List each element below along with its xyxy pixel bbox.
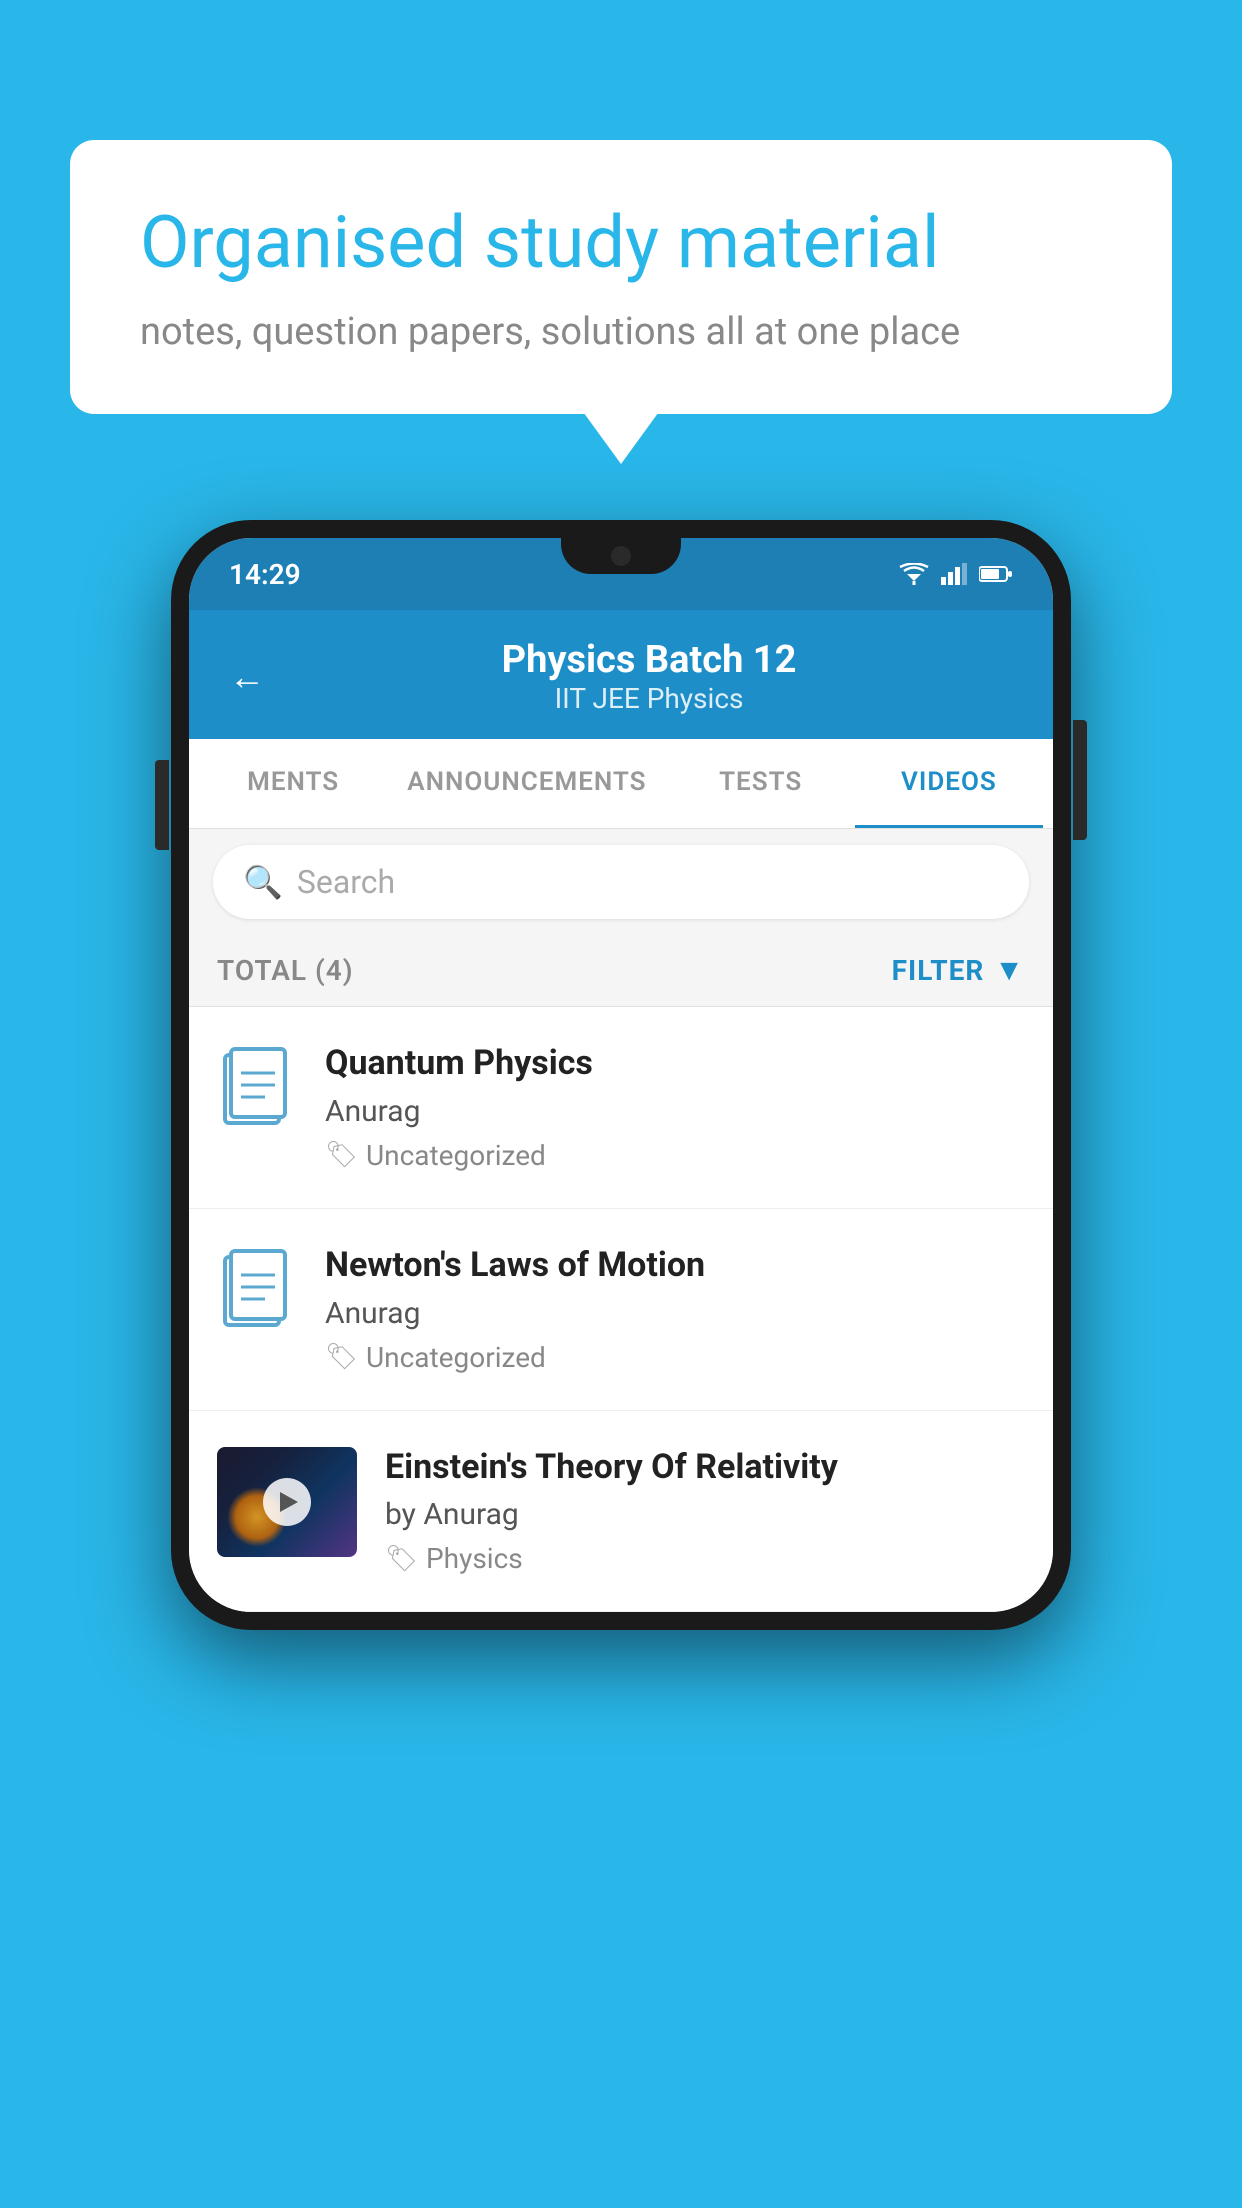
app-header: ← Physics Batch 12 IIT JEE Physics <box>189 610 1053 739</box>
video-author: Anurag <box>325 1094 1025 1129</box>
tag-label: Uncategorized <box>366 1139 546 1172</box>
wifi-icon <box>899 563 929 585</box>
video-list: Quantum Physics Anurag 🏷 Uncategorized <box>189 1007 1053 1612</box>
notch <box>561 538 681 574</box>
status-bar: 14:29 <box>189 538 1053 610</box>
video-title: Einstein's Theory Of Relativity <box>385 1447 1025 1488</box>
tag-icon: 🏷 <box>325 1140 358 1170</box>
list-item[interactable]: Einstein's Theory Of Relativity by Anura… <box>189 1411 1053 1613</box>
status-time: 14:29 <box>229 558 301 591</box>
search-input-wrap[interactable]: 🔍 Search <box>213 845 1029 919</box>
camera-notch <box>611 546 631 566</box>
tag-label: Uncategorized <box>366 1341 546 1374</box>
video-tag: 🏷 Physics <box>385 1542 1025 1575</box>
signal-icon <box>941 563 967 585</box>
file-icon <box>217 1245 297 1335</box>
filter-icon: ▼ <box>994 953 1025 988</box>
filter-bar: TOTAL (4) FILTER ▼ <box>189 935 1053 1007</box>
phone-inner: 14:29 <box>189 538 1053 1612</box>
video-info: Newton's Laws of Motion Anurag 🏷 Uncateg… <box>325 1245 1025 1374</box>
back-button[interactable]: ← <box>229 656 265 698</box>
tag-icon: 🏷 <box>385 1544 418 1574</box>
total-label: TOTAL (4) <box>217 954 354 987</box>
speech-bubble-subtext: notes, question papers, solutions all at… <box>140 310 1102 354</box>
video-author: Anurag <box>325 1296 1025 1331</box>
search-input[interactable]: Search <box>297 863 395 901</box>
tag-icon: 🏷 <box>325 1342 358 1372</box>
video-tag: 🏷 Uncategorized <box>325 1341 1025 1374</box>
header-title-block: Physics Batch 12 IIT JEE Physics <box>285 638 1013 715</box>
filter-label: FILTER <box>892 954 985 987</box>
status-icons <box>899 563 1013 585</box>
video-info: Einstein's Theory Of Relativity by Anura… <box>385 1447 1025 1576</box>
phone-outer: 14:29 <box>171 520 1071 1630</box>
tag-label: Physics <box>426 1542 523 1575</box>
video-title: Quantum Physics <box>325 1043 1025 1084</box>
play-triangle-icon <box>280 1492 298 1512</box>
header-subtitle: IIT JEE Physics <box>285 682 1013 715</box>
video-author: by Anurag <box>385 1497 1025 1532</box>
thumb-image <box>217 1447 357 1557</box>
tab-announcements[interactable]: ANNOUNCEMENTS <box>387 739 666 828</box>
phone-wrapper: 14:29 <box>171 520 1071 1630</box>
file-icon <box>217 1043 297 1133</box>
video-info: Quantum Physics Anurag 🏷 Uncategorized <box>325 1043 1025 1172</box>
speech-bubble-card: Organised study material notes, question… <box>70 140 1172 414</box>
speech-bubble-section: Organised study material notes, question… <box>70 140 1172 414</box>
tabs-bar: MENTS ANNOUNCEMENTS TESTS VIDEOS <box>189 739 1053 829</box>
filter-button[interactable]: FILTER ▼ <box>892 953 1025 988</box>
video-thumbnail <box>217 1447 357 1557</box>
search-bar-area: 🔍 Search <box>189 829 1053 935</box>
tab-tests[interactable]: TESTS <box>667 739 855 828</box>
search-icon: 🔍 <box>243 863 283 901</box>
battery-icon <box>979 565 1013 583</box>
header-title: Physics Batch 12 <box>285 638 1013 682</box>
tab-ments[interactable]: MENTS <box>199 739 387 828</box>
tab-videos[interactable]: VIDEOS <box>855 739 1043 828</box>
list-item[interactable]: Newton's Laws of Motion Anurag 🏷 Uncateg… <box>189 1209 1053 1411</box>
video-title: Newton's Laws of Motion <box>325 1245 1025 1286</box>
speech-bubble-heading: Organised study material <box>140 200 1102 286</box>
list-item[interactable]: Quantum Physics Anurag 🏷 Uncategorized <box>189 1007 1053 1209</box>
video-tag: 🏷 Uncategorized <box>325 1139 1025 1172</box>
play-button[interactable] <box>263 1478 311 1526</box>
